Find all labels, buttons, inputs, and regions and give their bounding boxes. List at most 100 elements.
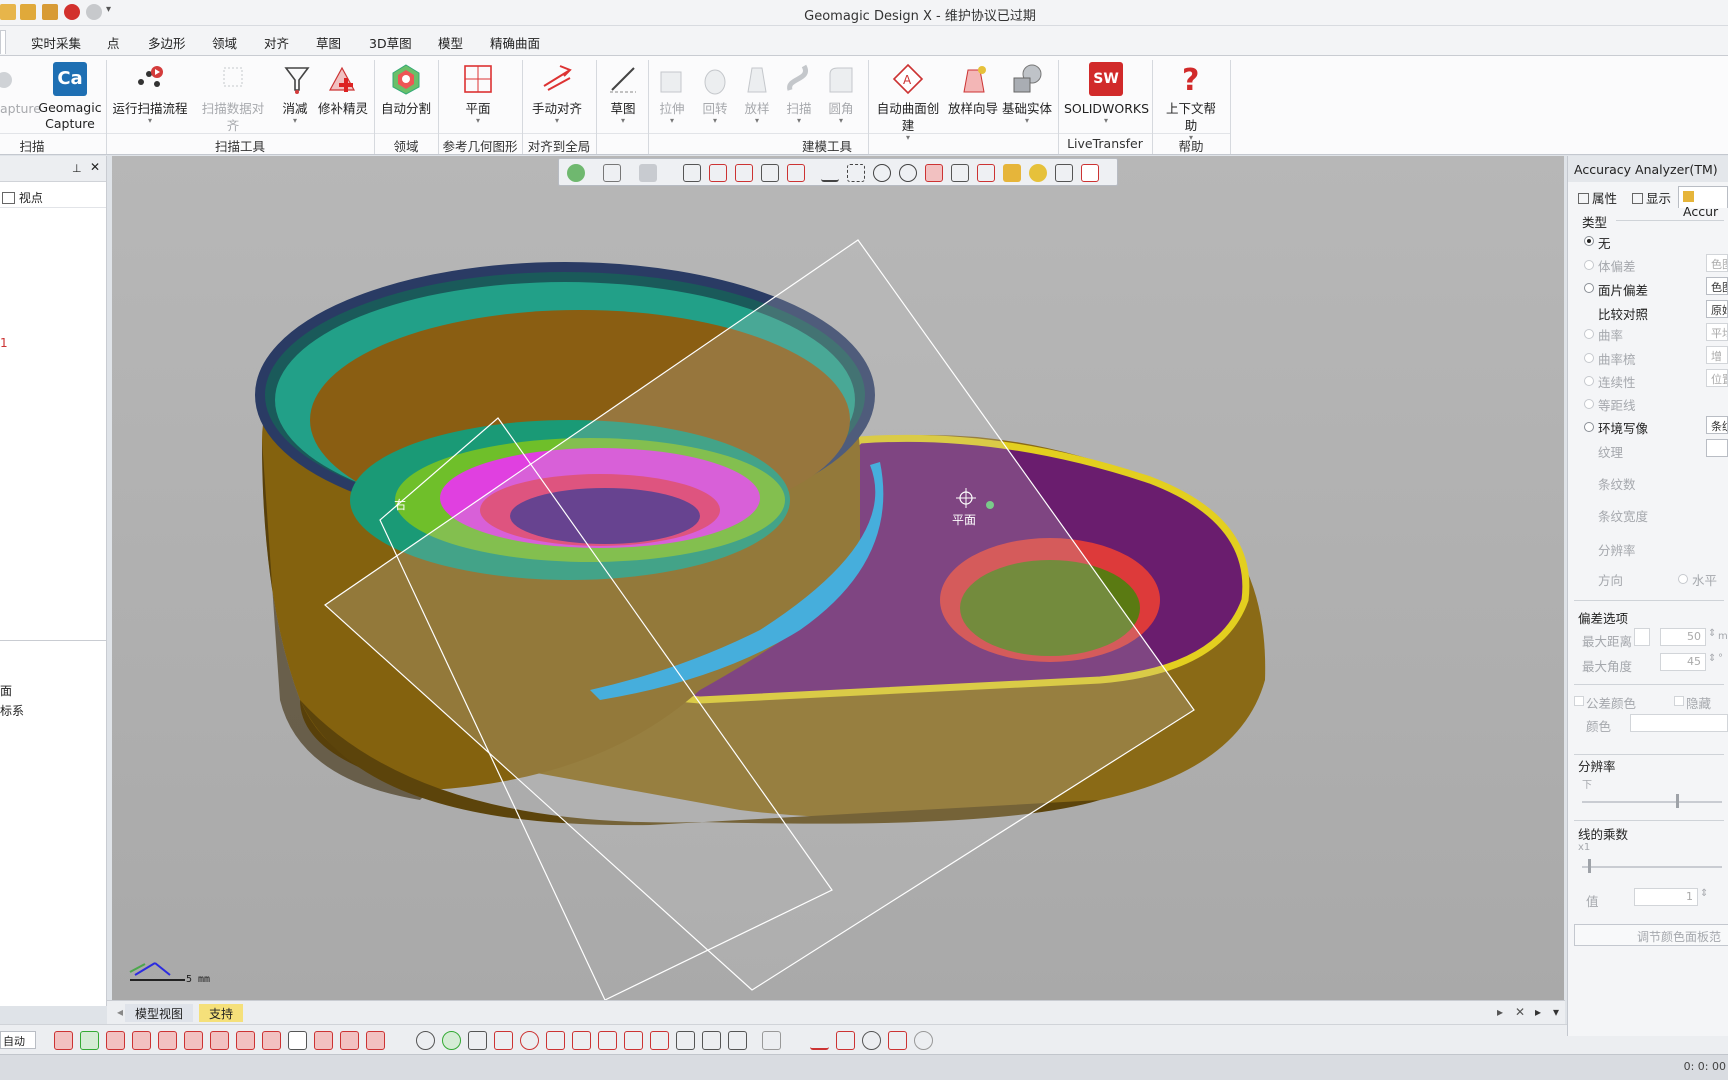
plane-button[interactable]: 平面 ▾ bbox=[452, 62, 504, 125]
fill-select-icon[interactable] bbox=[1003, 164, 1021, 182]
tab-support[interactable]: 支持 bbox=[199, 1004, 244, 1022]
run-scan-flow-button[interactable]: 运行扫描流程 ▾ bbox=[112, 62, 188, 125]
view-side-icon[interactable] bbox=[761, 164, 779, 182]
value-input[interactable]: 1 bbox=[1634, 888, 1698, 906]
measure-icon-1[interactable] bbox=[810, 1031, 829, 1050]
tab-model[interactable]: 模型 bbox=[438, 33, 463, 52]
paint-select-icon[interactable] bbox=[977, 164, 995, 182]
tab-accuracy[interactable]: Accur bbox=[1678, 186, 1728, 219]
filter-icon-10[interactable] bbox=[288, 1031, 307, 1050]
extrude-button[interactable]: 拉伸 ▾ bbox=[652, 62, 692, 125]
max-angle-spinner[interactable]: ⇕ bbox=[1708, 653, 1716, 664]
view-tool-icon-9[interactable] bbox=[624, 1031, 643, 1050]
view-tool-icon-2[interactable] bbox=[442, 1031, 461, 1050]
rect-select-icon[interactable] bbox=[847, 164, 865, 182]
line-multiplier-slider-track[interactable] bbox=[1582, 866, 1722, 868]
view-front-icon[interactable] bbox=[709, 164, 727, 182]
tab-3d-sketch[interactable]: 3D草图 bbox=[369, 33, 412, 52]
tab-sketch[interactable]: 草图 bbox=[316, 33, 341, 52]
filter-icon-2[interactable] bbox=[80, 1031, 99, 1050]
revolve-button[interactable]: 回转 ▾ bbox=[695, 62, 735, 125]
filter-icon-7[interactable] bbox=[210, 1031, 229, 1050]
filter-icon-4[interactable] bbox=[132, 1031, 151, 1050]
extend-select-icon[interactable] bbox=[1029, 164, 1047, 182]
healing-wizard-button[interactable]: 修补精灵 bbox=[316, 62, 370, 117]
radio-curvature[interactable] bbox=[1584, 329, 1594, 339]
view-tool-icon-6[interactable] bbox=[546, 1031, 565, 1050]
manual-align-button[interactable]: 手动对齐 ▾ bbox=[528, 62, 586, 125]
auto-surface-button[interactable]: A 自动曲面创建 ▾ bbox=[872, 62, 944, 142]
circle-select-icon[interactable] bbox=[873, 164, 891, 182]
box-select-icon[interactable] bbox=[683, 164, 701, 182]
freeform-select-icon[interactable] bbox=[951, 164, 969, 182]
filter-icon-3[interactable] bbox=[106, 1031, 125, 1050]
lasso-select-icon[interactable] bbox=[925, 164, 943, 182]
tab-list-icon[interactable]: ▾ bbox=[1543, 1004, 1569, 1022]
close-icon[interactable]: ✕ bbox=[90, 160, 100, 174]
filter-icon-13[interactable] bbox=[366, 1031, 385, 1050]
view-tool-icon-13[interactable] bbox=[728, 1031, 747, 1050]
line-select-icon[interactable] bbox=[821, 164, 839, 182]
tolerance-color-checkbox[interactable] bbox=[1574, 696, 1584, 706]
tab-align[interactable]: 对齐 bbox=[264, 33, 289, 52]
tree-item-coordinate-system[interactable]: 标系 bbox=[0, 702, 24, 719]
tab-region[interactable]: 领域 bbox=[212, 33, 237, 52]
hide-checkbox[interactable] bbox=[1674, 696, 1684, 706]
max-distance-input[interactable]: 50 bbox=[1660, 628, 1706, 646]
view-tool-icon-12[interactable] bbox=[702, 1031, 721, 1050]
render-mode-icon[interactable] bbox=[639, 164, 657, 182]
radio-isoline[interactable] bbox=[1584, 399, 1594, 409]
sweep-button[interactable]: 扫描 ▾ bbox=[779, 62, 819, 125]
view-tool-icon-1[interactable] bbox=[416, 1031, 435, 1050]
resolution-slider-thumb[interactable] bbox=[1676, 794, 1679, 808]
max-angle-input[interactable]: 45 bbox=[1660, 653, 1706, 671]
fillet-button[interactable]: 圆角 ▾ bbox=[821, 62, 861, 125]
environment-map-dropdown[interactable]: 条纹 bbox=[1706, 416, 1728, 434]
scan-data-align-button[interactable]: 扫描数据对齐 bbox=[196, 62, 270, 134]
tree-item-viewpoint[interactable]: 视点 bbox=[0, 186, 106, 208]
value-spinner[interactable]: ⇕ bbox=[1700, 888, 1708, 899]
measure-icon-5[interactable] bbox=[914, 1031, 933, 1050]
view-iso-icon[interactable] bbox=[787, 164, 805, 182]
filter-icon-6[interactable] bbox=[184, 1031, 203, 1050]
filter-icon-8[interactable] bbox=[236, 1031, 255, 1050]
filter-icon-12[interactable] bbox=[340, 1031, 359, 1050]
max-distance-spinner[interactable]: ⇕ bbox=[1708, 628, 1716, 639]
view-tool-icon-10[interactable] bbox=[650, 1031, 669, 1050]
filter-icon-1[interactable] bbox=[54, 1031, 73, 1050]
adjust-color-panel-button[interactable]: 调节颜色面板范 bbox=[1574, 924, 1728, 946]
filter-icon-9[interactable] bbox=[262, 1031, 281, 1050]
view-tool-icon-7[interactable] bbox=[572, 1031, 591, 1050]
curvature-comb-dropdown[interactable]: 增 bbox=[1706, 346, 1728, 364]
basic-solid-button[interactable]: 基础实体 ▾ bbox=[1000, 62, 1054, 125]
point-select-icon[interactable] bbox=[899, 164, 917, 182]
volume-deviation-dropdown[interactable]: 色图 bbox=[1706, 254, 1728, 272]
geomagic-capture-button[interactable]: Ca Geomagic Capture bbox=[38, 62, 102, 132]
view-tool-icon-4[interactable] bbox=[494, 1031, 513, 1050]
solidworks-button[interactable]: SW SOLIDWORKS ▾ bbox=[1064, 62, 1149, 125]
radio-curvature-comb[interactable] bbox=[1584, 353, 1594, 363]
continuity-dropdown[interactable]: 位置 bbox=[1706, 369, 1728, 387]
radio-mesh-deviation[interactable] bbox=[1584, 283, 1594, 293]
color-swatch[interactable] bbox=[1630, 714, 1728, 732]
tab-display[interactable]: 显示 bbox=[1628, 186, 1675, 208]
radio-volume-deviation[interactable] bbox=[1584, 260, 1594, 270]
measure-icon-2[interactable] bbox=[836, 1031, 855, 1050]
radio-continuity[interactable] bbox=[1584, 376, 1594, 386]
tab-point[interactable]: 点 bbox=[107, 33, 120, 52]
cube-view-icon[interactable] bbox=[603, 164, 621, 182]
decimate-button[interactable]: 消减 ▾ bbox=[280, 62, 310, 125]
line-multiplier-slider-thumb[interactable] bbox=[1588, 859, 1591, 873]
view-tool-icon-8[interactable] bbox=[598, 1031, 617, 1050]
tab-polygon[interactable]: 多边形 bbox=[148, 33, 186, 52]
model-viewport[interactable]: 平面 右 5 mm bbox=[112, 156, 1564, 1000]
globe-view-icon[interactable] bbox=[567, 164, 585, 182]
radio-none[interactable] bbox=[1584, 236, 1594, 246]
tree-item-face[interactable]: 面 bbox=[0, 682, 12, 699]
view-tool-icon-3[interactable] bbox=[468, 1031, 487, 1050]
filter-icon-11[interactable] bbox=[314, 1031, 333, 1050]
view-top-icon[interactable] bbox=[735, 164, 753, 182]
compare-against-dropdown[interactable]: 原始 bbox=[1706, 300, 1728, 318]
context-help-button[interactable]: ? 上下文帮助 ▾ bbox=[1160, 62, 1222, 142]
capture-button[interactable]: apture bbox=[0, 62, 41, 117]
